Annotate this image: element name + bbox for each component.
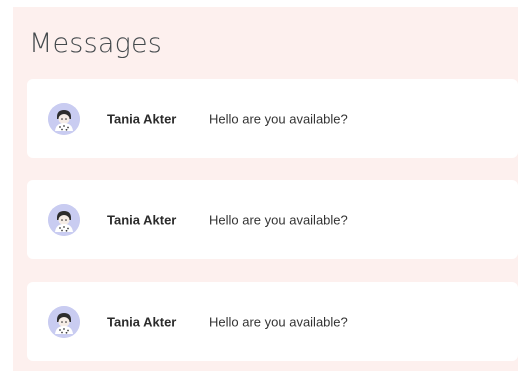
message-preview: Hello are you available? <box>209 111 348 126</box>
message-preview: Hello are you available? <box>209 314 348 329</box>
user-avatar-icon <box>48 203 80 236</box>
messages-panel: Messages Tania Akter Hello are you avail… <box>13 7 518 371</box>
message-item[interactable]: Tania Akter Hello are you available? <box>27 282 518 361</box>
sender-name: Tania Akter <box>107 111 177 126</box>
message-item[interactable]: Tania Akter Hello are you available? <box>27 79 518 158</box>
user-avatar-icon <box>48 305 80 338</box>
user-avatar-icon <box>48 102 80 135</box>
page-title: Messages <box>29 28 163 59</box>
sender-name: Tania Akter <box>107 314 177 329</box>
message-preview: Hello are you available? <box>209 212 348 227</box>
message-item[interactable]: Tania Akter Hello are you available? <box>27 180 518 259</box>
sender-name: Tania Akter <box>107 212 177 227</box>
